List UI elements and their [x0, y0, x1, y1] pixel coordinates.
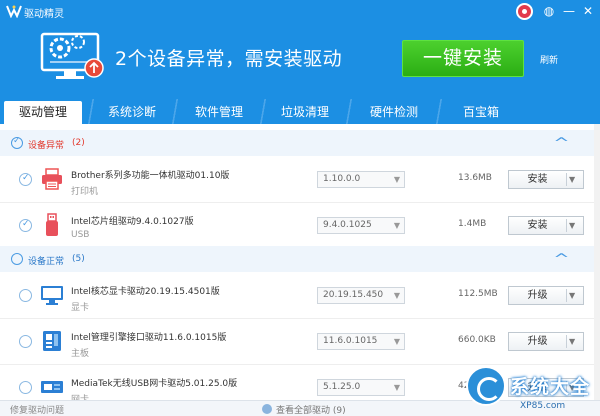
driver-size: 1.4MB	[458, 219, 487, 229]
install-button-label: 安装	[527, 174, 548, 185]
version-select[interactable]: 9.4.0.1025 ▼	[317, 217, 405, 234]
tab-separator	[342, 99, 356, 124]
section-title: 设备异常	[28, 141, 65, 151]
minimize-button[interactable]: —	[561, 3, 577, 19]
title-bar[interactable]: 驱动精灵 ◍ — ✕	[0, 0, 600, 24]
button-divider	[566, 289, 567, 302]
button-divider	[566, 219, 567, 232]
monitor-gear-icon	[40, 32, 104, 79]
tab-separator	[84, 99, 98, 124]
install-button[interactable]: 安装 ▼	[508, 170, 584, 189]
version-value: 5.1.25.0	[323, 382, 361, 392]
refresh-link[interactable]: 刷新	[540, 53, 558, 66]
motherboard-icon	[43, 331, 61, 351]
one-click-install-button[interactable]: 一键安装	[402, 40, 524, 77]
version-select[interactable]: 11.6.0.1015 ▼	[317, 333, 405, 350]
driver-size: 13.6MB	[458, 173, 492, 183]
tab-system-diagnosis[interactable]: 系统诊断	[98, 101, 166, 124]
driver-name: Intel管理引擎接口驱动11.6.0.1015版	[71, 333, 227, 343]
upgrade-button-label: 升级	[527, 336, 548, 347]
driver-name: Intel芯片组驱动9.4.0.1027版	[71, 217, 194, 227]
driver-row[interactable]: Intel管理引擎接口驱动11.6.0.1015版 主板 11.6.0.1015…	[0, 319, 600, 365]
network-card-icon	[41, 381, 63, 393]
driver-name: Brother系列多功能一体机驱动01.10版	[71, 171, 230, 181]
chevron-down-icon[interactable]: ▼	[569, 287, 575, 304]
skin-icon[interactable]: ◍	[541, 3, 557, 19]
app-title: 驱动精灵	[24, 9, 64, 20]
tab-software-management[interactable]: 软件管理	[184, 101, 254, 124]
device-type: 主板	[71, 349, 90, 359]
mascot-icon[interactable]	[516, 3, 533, 20]
version-select[interactable]: 5.1.25.0 ▼	[317, 379, 405, 396]
chevron-down-icon: ▼	[393, 337, 400, 346]
printer-icon	[42, 168, 62, 190]
close-button[interactable]: ✕	[580, 3, 596, 19]
install-button[interactable]: 安装 ▼	[508, 216, 584, 235]
section-select-checkbox[interactable]	[11, 253, 23, 265]
chevron-down-icon: ▼	[393, 221, 400, 230]
row-checkbox[interactable]	[19, 173, 32, 186]
chevron-up-icon[interactable]: ^	[553, 136, 569, 151]
device-type: USB	[71, 230, 90, 240]
tab-toolbox[interactable]: 百宝箱	[448, 101, 514, 124]
section-header-normal[interactable]: 设备正常 (5) ^	[0, 246, 600, 272]
monitor-icon	[41, 286, 63, 305]
driver-name: MediaTek无线USB网卡驱动5.01.25.0版	[71, 379, 238, 389]
version-value: 20.19.15.450	[323, 290, 384, 300]
chevron-down-icon: ▼	[393, 383, 400, 392]
button-divider	[566, 335, 567, 348]
alert-message: 2个设备异常，需安装驱动	[115, 48, 343, 70]
device-type: 打印机	[71, 187, 99, 197]
section-header-abnormal[interactable]: 设备异常 (2) ^	[0, 130, 600, 156]
watermark: 系统大全 XP85.com	[466, 366, 600, 416]
driver-row[interactable]: Brother系列多功能一体机驱动01.10版 打印机 1.10.0.0 ▼ 1…	[0, 157, 600, 203]
tab-separator	[256, 99, 270, 124]
install-button-label: 安装	[527, 220, 548, 231]
watermark-text: 系统大全	[510, 376, 591, 398]
chevron-down-icon[interactable]: ▼	[569, 217, 575, 234]
upgrade-button[interactable]: 升级 ▼	[508, 332, 584, 351]
driver-row[interactable]: Intel芯片组驱动9.4.0.1027版 USB 9.4.0.1025 ▼ 1…	[0, 203, 600, 249]
watermark-logo-icon	[466, 366, 506, 406]
driver-row[interactable]: Intel核芯显卡驱动20.19.15.4501版 显卡 20.19.15.45…	[0, 273, 600, 319]
chevron-down-icon[interactable]: ▼	[569, 171, 575, 188]
tab-hardware-detection[interactable]: 硬件检测	[358, 101, 430, 124]
driver-size: 660.0KB	[458, 335, 496, 345]
watermark-subtext: XP85.com	[520, 401, 566, 411]
app-logo-icon	[6, 5, 22, 18]
section-title: 设备正常	[28, 257, 65, 267]
row-checkbox[interactable]	[19, 219, 32, 232]
row-checkbox[interactable]	[19, 289, 32, 302]
row-checkbox[interactable]	[19, 335, 32, 348]
version-value: 9.4.0.1025	[323, 220, 372, 230]
tab-driver-management[interactable]: 驱动管理	[4, 101, 82, 124]
section-count: (5)	[72, 254, 85, 264]
chevron-down-icon: ▼	[393, 291, 400, 300]
chevron-up-icon[interactable]: ^	[553, 252, 569, 267]
driver-size: 112.5MB	[458, 289, 498, 299]
chevron-down-icon: ▼	[393, 175, 400, 184]
tab-separator	[168, 99, 182, 124]
button-divider	[566, 173, 567, 186]
section-count: (2)	[72, 138, 85, 148]
tab-separator	[432, 99, 446, 124]
driver-name: Intel核芯显卡驱动20.19.15.4501版	[71, 287, 220, 297]
usb-icon	[46, 213, 58, 236]
version-value: 11.6.0.1015	[323, 336, 378, 346]
scrollbar[interactable]	[594, 124, 600, 404]
upgrade-button[interactable]: 升级 ▼	[508, 286, 584, 305]
repair-driver-link[interactable]: 修复驱动问题	[10, 403, 64, 416]
section-select-checkbox[interactable]	[11, 136, 23, 149]
upgrade-button-label: 升级	[527, 290, 548, 301]
tab-junk-cleanup[interactable]: 垃圾清理	[270, 101, 340, 124]
view-all-icon	[262, 404, 272, 414]
version-select[interactable]: 20.19.15.450 ▼	[317, 287, 405, 304]
device-type: 显卡	[71, 303, 90, 313]
version-select[interactable]: 1.10.0.0 ▼	[317, 171, 405, 188]
version-value: 1.10.0.0	[323, 174, 361, 184]
chevron-down-icon[interactable]: ▼	[569, 333, 575, 350]
row-checkbox[interactable]	[19, 381, 32, 394]
view-all-drivers-link[interactable]: 查看全部驱动 (9)	[276, 403, 346, 416]
